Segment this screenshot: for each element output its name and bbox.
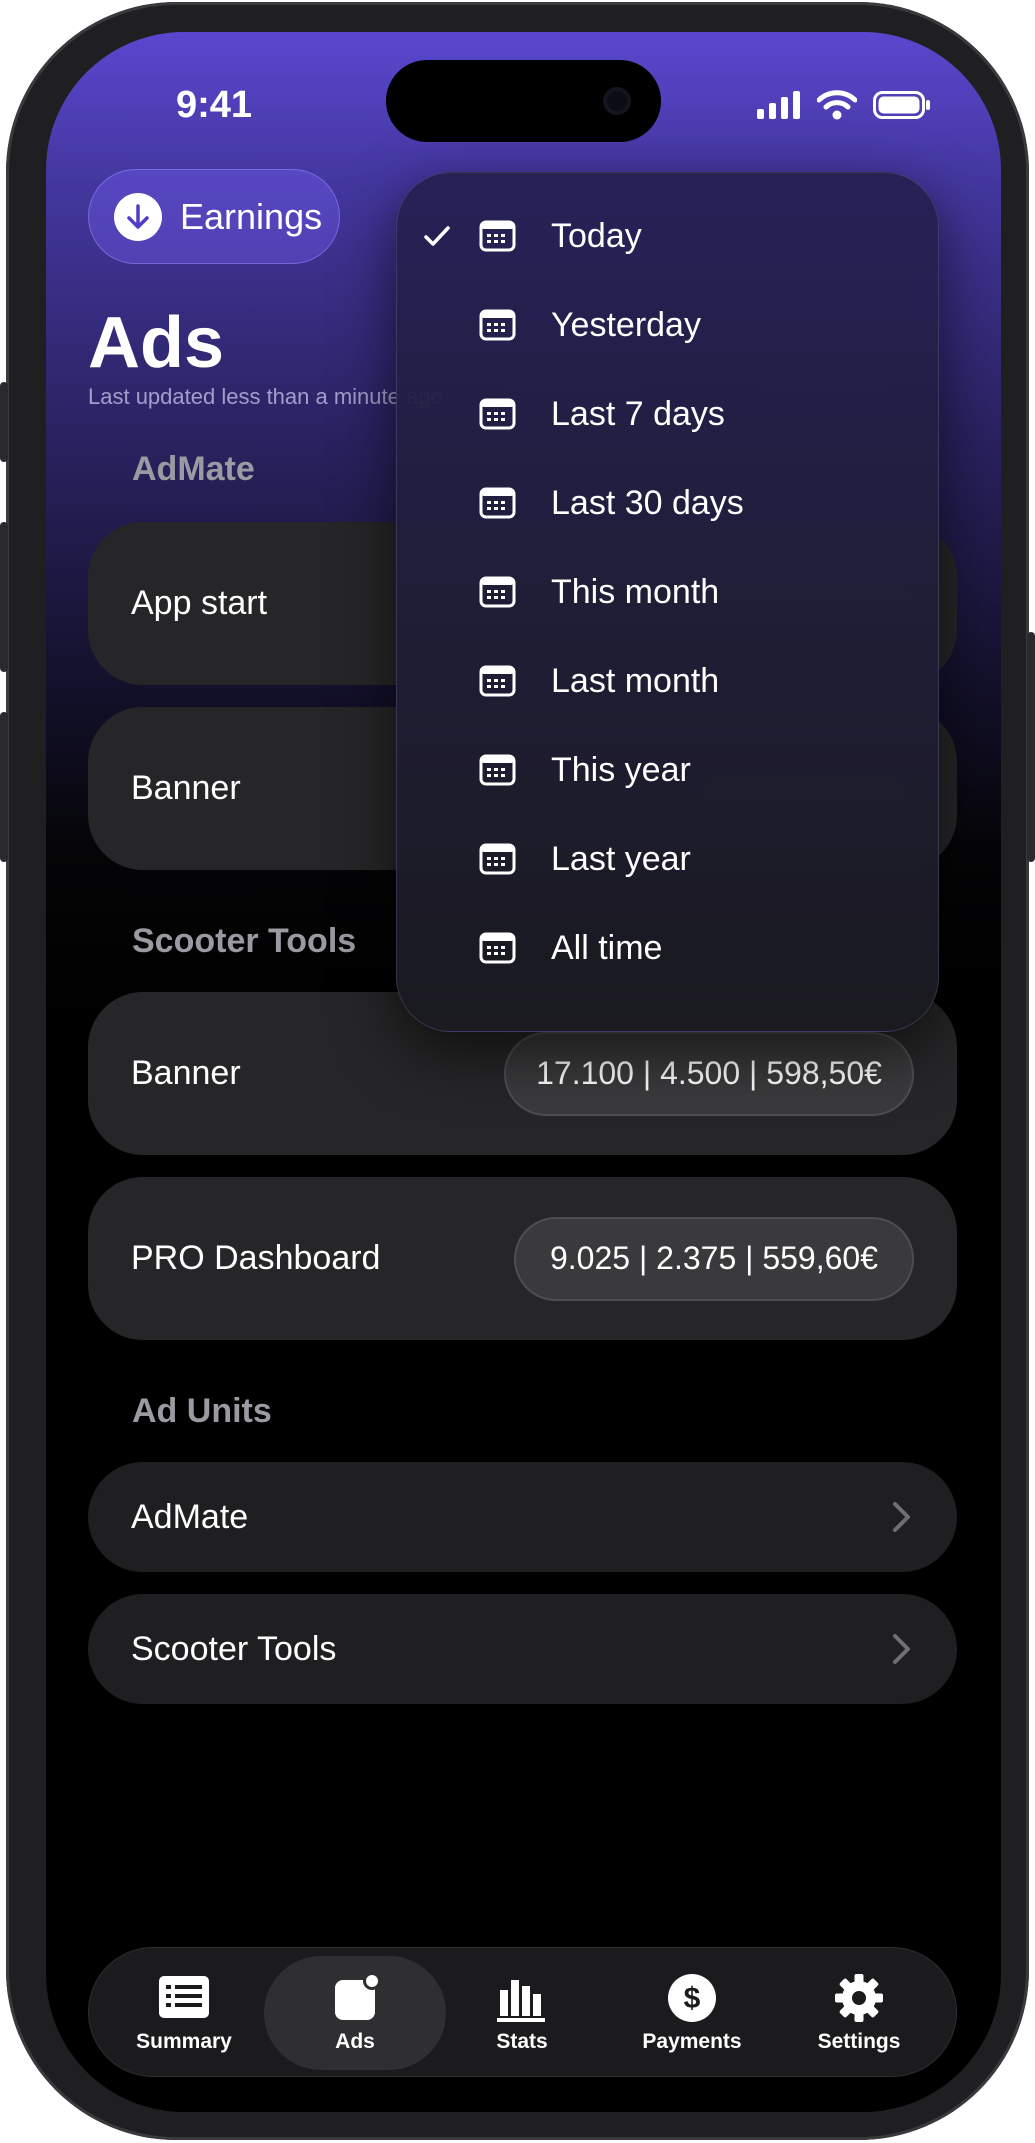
mute-switch bbox=[0, 382, 8, 462]
last-updated-text: Last updated less than a minute ago bbox=[88, 384, 443, 409]
menu-item-yesterday[interactable]: Yesterday bbox=[397, 279, 938, 371]
calendar-icon bbox=[479, 843, 516, 875]
calendar-icon bbox=[479, 576, 516, 608]
menu-item-label: This month bbox=[551, 572, 720, 611]
menu-item-this-year[interactable]: This year bbox=[397, 724, 938, 816]
ad-row-pro-dashboard[interactable]: PRO Dashboard 9.025 | 2.375 | 559,60€ bbox=[88, 1177, 957, 1340]
menu-item-label: Last year bbox=[551, 839, 691, 878]
dollar-icon: $ bbox=[668, 1974, 716, 2022]
chevron-right-icon bbox=[893, 1502, 910, 1532]
tab-label: Settings bbox=[817, 2030, 901, 2053]
date-range-menu: Today Yesterday Last 7 days Last 30 days… bbox=[396, 172, 939, 1032]
earnings-label: Earnings bbox=[180, 195, 323, 237]
calendar-icon bbox=[479, 932, 516, 964]
tab-label: Payments bbox=[642, 2030, 742, 2053]
calendar-icon bbox=[479, 487, 516, 519]
phone-frame: 9:41 Earnings Ads Last updated less than… bbox=[0, 2, 1035, 2140]
tab-stats[interactable]: Stats bbox=[447, 1956, 597, 2070]
menu-item-last-7-days[interactable]: Last 7 days bbox=[397, 368, 938, 460]
calendar-icon bbox=[479, 220, 516, 252]
stats-pill: 17.100 | 4.500 | 598,50€ bbox=[504, 1031, 914, 1116]
volume-up-button bbox=[0, 522, 8, 672]
tab-summary[interactable]: Summary bbox=[104, 1956, 264, 2070]
section-header-ad-units: Ad Units bbox=[132, 1392, 272, 1430]
menu-item-label: Last 30 days bbox=[551, 483, 744, 522]
calendar-icon bbox=[479, 398, 516, 430]
earnings-button[interactable]: Earnings bbox=[88, 169, 340, 264]
section-header-admate: AdMate bbox=[132, 450, 255, 488]
section-header-scooter-tools: Scooter Tools bbox=[132, 922, 357, 960]
menu-item-label: This year bbox=[551, 750, 691, 789]
status-time: 9:41 bbox=[175, 84, 253, 126]
ad-unit-label: AdMate bbox=[131, 1497, 249, 1536]
dynamic-island bbox=[386, 60, 661, 142]
tab-bar: Summary Ads Stats $ Payments Settings bbox=[88, 1947, 957, 2077]
bar-chart-icon bbox=[497, 1980, 545, 2022]
checkmark-icon bbox=[424, 226, 450, 246]
tab-settings[interactable]: Settings bbox=[779, 1956, 939, 2070]
gear-icon bbox=[835, 1974, 883, 2022]
menu-item-label: Today bbox=[551, 216, 642, 255]
svg-text:$: $ bbox=[684, 1982, 701, 2015]
tab-label: Summary bbox=[136, 2030, 232, 2053]
menu-item-label: Last 7 days bbox=[551, 394, 725, 433]
tab-label: Ads bbox=[335, 2030, 375, 2053]
ads-icon bbox=[335, 1972, 381, 2020]
power-button bbox=[1027, 632, 1035, 862]
tab-ads[interactable]: Ads bbox=[264, 1956, 446, 2070]
download-icon bbox=[114, 192, 162, 241]
status-icons bbox=[757, 90, 931, 120]
page-title: Ads bbox=[88, 303, 225, 383]
list-icon bbox=[159, 1976, 209, 2018]
menu-item-today[interactable]: Today bbox=[397, 190, 938, 282]
wifi-icon bbox=[817, 90, 857, 120]
battery-icon bbox=[873, 91, 930, 119]
ad-row-label: Banner bbox=[131, 769, 241, 807]
calendar-icon bbox=[479, 754, 516, 786]
ad-unit-row-scooter-tools[interactable]: Scooter Tools bbox=[88, 1594, 957, 1704]
volume-down-button bbox=[0, 712, 8, 862]
signal-icon bbox=[757, 91, 800, 119]
tab-label: Stats bbox=[496, 2030, 548, 2053]
menu-item-label: All time bbox=[551, 928, 663, 967]
ad-unit-label: Scooter Tools bbox=[131, 1629, 337, 1668]
calendar-icon bbox=[479, 309, 516, 341]
screen: 9:41 Earnings Ads Last updated less than… bbox=[46, 32, 1001, 2112]
ad-row-label: PRO Dashboard bbox=[131, 1239, 381, 1277]
menu-item-this-month[interactable]: This month bbox=[397, 546, 938, 638]
menu-item-all-time[interactable]: All time bbox=[397, 902, 938, 994]
tab-payments[interactable]: $ Payments bbox=[607, 1956, 777, 2070]
camera bbox=[603, 87, 631, 115]
menu-item-last-30-days[interactable]: Last 30 days bbox=[397, 457, 938, 549]
stats-pill: 9.025 | 2.375 | 559,60€ bbox=[514, 1216, 914, 1301]
ad-row-label: App start bbox=[131, 584, 268, 622]
menu-item-last-year[interactable]: Last year bbox=[397, 813, 938, 905]
calendar-icon bbox=[479, 665, 516, 697]
menu-item-label: Yesterday bbox=[551, 305, 701, 344]
ad-unit-row-admate[interactable]: AdMate bbox=[88, 1462, 957, 1572]
ad-row-label: Banner bbox=[131, 1054, 241, 1092]
chevron-right-icon bbox=[893, 1634, 910, 1664]
menu-item-last-month[interactable]: Last month bbox=[397, 635, 938, 727]
menu-item-label: Last month bbox=[551, 661, 720, 700]
